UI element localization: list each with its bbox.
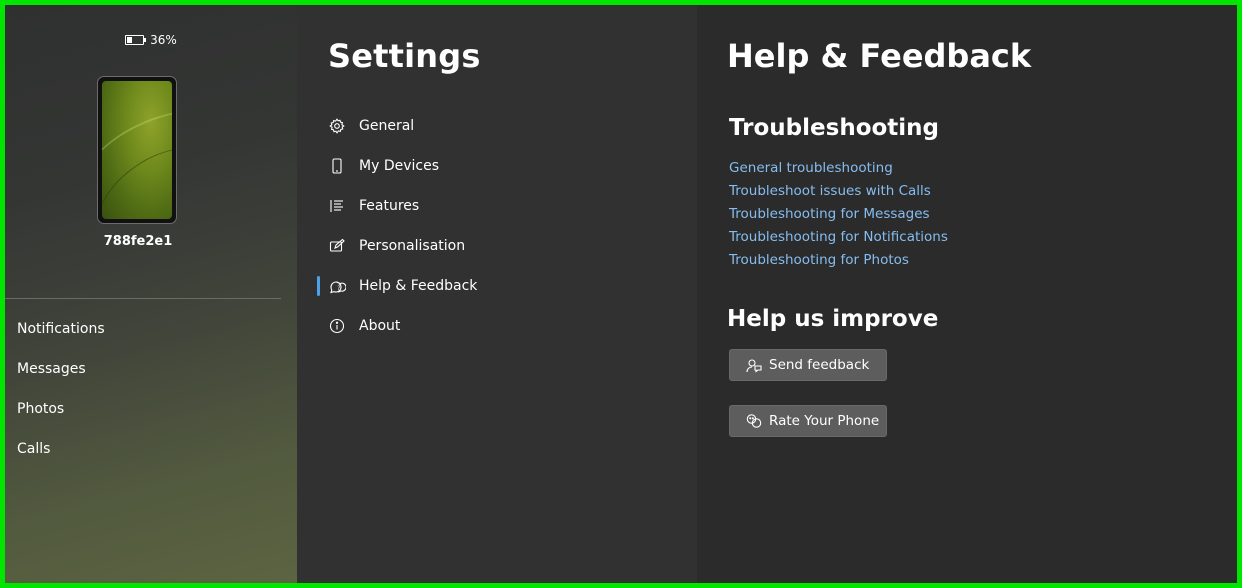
settings-item-about[interactable]: About xyxy=(317,306,677,346)
feedback-icon xyxy=(746,357,762,373)
rate-icon xyxy=(746,413,762,429)
battery-icon xyxy=(125,35,147,45)
link-troubleshoot-calls[interactable]: Troubleshoot issues with Calls xyxy=(729,181,948,204)
help-us-improve-heading: Help us improve xyxy=(727,306,939,332)
nav-item-photos[interactable]: Photos xyxy=(5,394,297,434)
nav-item-messages[interactable]: Messages xyxy=(5,354,297,394)
settings-item-general[interactable]: General xyxy=(317,106,677,146)
link-troubleshoot-photos[interactable]: Troubleshooting for Photos xyxy=(729,250,948,273)
settings-item-my-devices[interactable]: My Devices xyxy=(317,146,677,186)
link-troubleshoot-messages[interactable]: Troubleshooting for Messages xyxy=(729,204,948,227)
divider xyxy=(5,298,281,299)
settings-panel: Settings General My Devices Features Per… xyxy=(297,5,697,583)
settings-item-label: Personalisation xyxy=(359,238,466,254)
pen-icon xyxy=(328,237,346,255)
nav-item-notifications[interactable]: Notifications xyxy=(5,314,297,354)
settings-item-label: Features xyxy=(359,198,420,214)
settings-nav: General My Devices Features Personalisat… xyxy=(317,106,677,346)
send-feedback-label: Send feedback xyxy=(769,357,870,373)
troubleshooting-links: General troubleshooting Troubleshoot iss… xyxy=(729,158,948,273)
battery-status: 36% xyxy=(5,33,297,47)
help-feedback-icon: ? xyxy=(328,277,346,295)
app-window: 36% 788fe2e1 Notifications Messages Phot… xyxy=(5,5,1237,583)
link-general-troubleshooting[interactable]: General troubleshooting xyxy=(729,158,948,181)
nav-item-calls[interactable]: Calls xyxy=(5,434,297,474)
battery-level: 36% xyxy=(150,33,177,47)
svg-text:?: ? xyxy=(337,285,340,292)
gear-icon xyxy=(328,117,346,135)
rate-your-phone-label: Rate Your Phone xyxy=(769,413,880,429)
phone-image[interactable] xyxy=(97,76,177,224)
phone-icon xyxy=(328,157,346,175)
device-nav: Notifications Messages Photos Calls xyxy=(5,314,297,474)
settings-title: Settings xyxy=(328,37,481,75)
info-icon xyxy=(328,317,346,335)
settings-item-label: Help & Feedback xyxy=(359,278,478,294)
link-troubleshoot-notifications[interactable]: Troubleshooting for Notifications xyxy=(729,227,948,250)
settings-item-label: About xyxy=(359,318,401,334)
troubleshooting-heading: Troubleshooting xyxy=(729,115,940,141)
phone-wallpaper xyxy=(102,81,172,219)
device-panel: 36% 788fe2e1 Notifications Messages Phot… xyxy=(5,5,297,583)
settings-item-label: General xyxy=(359,118,415,134)
settings-item-label: My Devices xyxy=(359,158,439,174)
send-feedback-button[interactable]: Send feedback xyxy=(729,349,887,381)
device-name: 788fe2e1 xyxy=(103,234,173,249)
settings-item-features[interactable]: Features xyxy=(317,186,677,226)
settings-item-help-feedback[interactable]: ? Help & Feedback xyxy=(317,266,677,306)
page-title: Help & Feedback xyxy=(727,37,1032,75)
rate-your-phone-button[interactable]: Rate Your Phone xyxy=(729,405,887,437)
settings-item-personalisation[interactable]: Personalisation xyxy=(317,226,677,266)
list-icon xyxy=(328,197,346,215)
help-panel: Help & Feedback Troubleshooting General … xyxy=(697,5,1237,583)
